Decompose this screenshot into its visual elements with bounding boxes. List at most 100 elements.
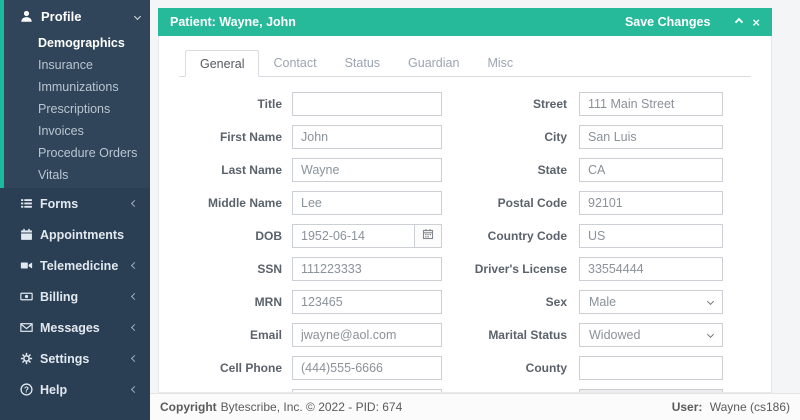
last-name-input[interactable] — [292, 157, 442, 182]
title-input[interactable] — [292, 91, 442, 116]
user-text: Wayne (cs186) — [709, 400, 790, 414]
video-camera-icon — [20, 259, 33, 272]
tab-misc[interactable]: Misc — [473, 50, 527, 76]
field-label-street: Street — [532, 96, 567, 111]
form-column-left: Title First Name Last Name Middle Name D… — [179, 87, 442, 392]
chevron-up-icon — [735, 17, 744, 27]
ssn-input[interactable] — [292, 256, 442, 281]
sidebar-item-messages[interactable]: Messages — [0, 312, 150, 343]
sidebar-item-profile[interactable]: Profile — [4, 0, 150, 32]
gear-icon — [20, 352, 33, 365]
user-label: User: — [671, 400, 703, 414]
sidebar-item-immunizations[interactable]: Immunizations — [4, 76, 150, 98]
field-label-country-code: Country Code — [487, 228, 567, 243]
sidebar-item-procedure-orders[interactable]: Procedure Orders — [4, 142, 150, 164]
sidebar-item-label: Messages — [40, 320, 100, 335]
chevron-down-icon — [706, 297, 715, 306]
field-label-city: City — [544, 129, 567, 144]
field-label-county: County — [525, 360, 567, 375]
svg-text:?: ? — [24, 385, 29, 394]
sidebar-item-invoices[interactable]: Invoices — [4, 120, 150, 142]
field-label-dob: DOB — [255, 228, 282, 243]
sidebar-item-appointments[interactable]: Appointments — [0, 219, 150, 250]
calendar-picker-button[interactable] — [414, 223, 442, 248]
chevron-left-icon — [130, 261, 139, 270]
field-label-ssn: SSN — [257, 261, 282, 276]
main-content: Patient: Wayne, John Save Changes × Gene… — [150, 0, 800, 393]
street-input[interactable] — [579, 91, 723, 116]
sex-select[interactable]: Male — [579, 289, 723, 314]
chevron-down-icon — [706, 330, 715, 339]
list-icon — [20, 197, 33, 210]
middle-name-input[interactable] — [292, 190, 442, 215]
field-label-state: State — [537, 162, 567, 177]
save-changes-button[interactable]: Save Changes — [625, 15, 710, 29]
sidebar-item-help[interactable]: ? Help — [0, 374, 150, 405]
field-label-marital-status: Marital Status — [488, 327, 567, 342]
field-label-sex: Sex — [545, 294, 567, 309]
field-label-email: Email — [249, 327, 282, 342]
sidebar-item-label: Billing — [40, 289, 79, 304]
tab-contact[interactable]: Contact — [259, 50, 330, 76]
state-input[interactable] — [579, 157, 723, 182]
chevron-down-icon — [133, 12, 142, 20]
county-input[interactable] — [579, 355, 723, 380]
money-icon — [20, 290, 33, 303]
question-circle-icon: ? — [20, 383, 33, 396]
sidebar-item-billing[interactable]: Billing — [0, 281, 150, 312]
envelope-icon — [20, 321, 33, 334]
country-code-input[interactable] — [579, 223, 723, 248]
marital-status-select[interactable]: Widowed — [579, 322, 723, 347]
tab-general[interactable]: General — [185, 50, 260, 77]
field-label-middle-name: Middle Name — [207, 195, 282, 210]
sidebar-item-telemedicine[interactable]: Telemedicine — [0, 250, 150, 281]
mrn-input[interactable] — [292, 289, 442, 314]
sidebar-item-prescriptions[interactable]: Prescriptions — [4, 98, 150, 120]
sidebar-item-label: Help — [40, 382, 68, 397]
chevron-left-icon — [130, 199, 139, 208]
dob-input[interactable] — [292, 223, 414, 248]
sidebar-item-demographics[interactable]: Demographics — [4, 32, 150, 54]
close-panel-button[interactable]: × — [752, 16, 760, 29]
field-label-mrn: MRN — [254, 294, 282, 309]
sidebar: Profile Demographics Insurance Immunizat… — [0, 0, 150, 420]
chevron-left-icon — [130, 354, 139, 363]
sidebar-item-settings[interactable]: Settings — [0, 343, 150, 374]
chevron-left-icon — [130, 385, 139, 394]
calendar-icon — [20, 228, 33, 241]
user-status: User: Wayne (cs186) — [672, 400, 790, 414]
marital-status-select-value: Widowed — [589, 327, 641, 342]
field-label-cell-phone: Cell Phone — [219, 360, 282, 375]
drivers-license-input[interactable] — [579, 256, 723, 281]
city-input[interactable] — [579, 124, 723, 149]
form-column-right: Street City State Postal Code Country Co… — [466, 87, 753, 392]
sidebar-item-forms[interactable]: Forms — [0, 188, 150, 219]
sex-select-value: Male — [589, 294, 617, 309]
tab-bar: General Contact Status Guardian Misc — [179, 50, 751, 77]
panel-header: Patient: Wayne, John Save Changes × — [158, 8, 772, 36]
demographics-form: Title First Name Last Name Middle Name D… — [179, 87, 753, 392]
dob-date-group — [292, 223, 442, 248]
sidebar-item-vitals[interactable]: Vitals — [4, 164, 150, 186]
tab-guardian[interactable]: Guardian — [394, 50, 473, 76]
cell-phone-input[interactable] — [292, 355, 442, 380]
patient-panel: Patient: Wayne, John Save Changes × Gene… — [158, 8, 772, 393]
sidebar-item-insurance[interactable]: Insurance — [4, 54, 150, 76]
copyright-text: Bytescribe, Inc. © 2022 - PID: 674 — [220, 400, 403, 414]
tab-status[interactable]: Status — [331, 50, 394, 76]
first-name-input[interactable] — [292, 124, 442, 149]
field-label-first-name: First Name — [219, 129, 282, 144]
sidebar-item-label: Appointments — [40, 227, 125, 242]
sidebar-section-profile: Profile Demographics Insurance Immunizat… — [0, 0, 150, 188]
sidebar-item-label: Settings — [40, 351, 90, 366]
collapse-panel-button[interactable] — [735, 17, 744, 27]
page-title: Patient: Wayne, John — [170, 15, 296, 29]
sidebar-item-label: Profile — [41, 8, 82, 24]
chevron-left-icon — [130, 323, 139, 332]
postal-code-input[interactable] — [579, 190, 723, 215]
user-icon — [20, 10, 33, 23]
field-label-postal-code: Postal Code — [497, 195, 567, 210]
email-input[interactable] — [292, 322, 442, 347]
field-label-drivers-license: Driver's License — [474, 261, 567, 276]
panel-body: General Contact Status Guardian Misc Tit… — [158, 36, 772, 393]
